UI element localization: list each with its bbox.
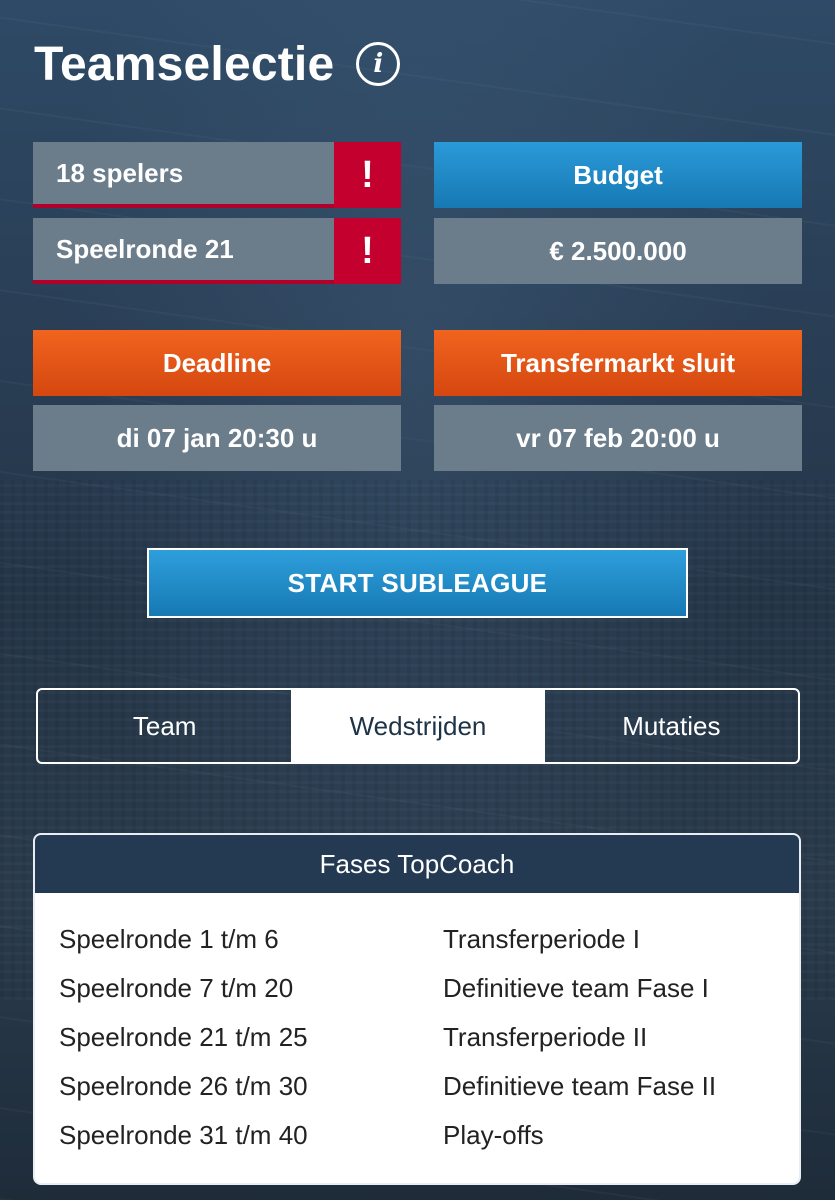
alert-icon: ! <box>334 218 401 284</box>
deadline-header: Deadline <box>33 330 401 396</box>
players-count-label: 18 spelers <box>56 157 184 188</box>
phases-list: Speelronde 1 t/m 6 Transferperiode I Spe… <box>35 893 799 1160</box>
tab-mutaties[interactable]: Mutaties <box>545 690 798 762</box>
start-subleague-button[interactable]: START SUBLEAGUE <box>147 548 688 618</box>
alert-icon: ! <box>334 142 401 208</box>
phase-round: Speelronde 7 t/m 20 <box>59 973 294 1003</box>
phase-round: Speelronde 31 t/m 40 <box>59 1120 308 1150</box>
round-box: Speelronde 21 ! <box>33 218 401 284</box>
phase-description: Transferperiode I <box>443 924 641 954</box>
list-item: Speelronde 1 t/m 6 Transferperiode I <box>35 915 799 964</box>
budget-value: € 2.500.000 <box>434 218 802 284</box>
phase-description: Play-offs <box>443 1120 544 1150</box>
tab-wedstrijden[interactable]: Wedstrijden <box>291 690 545 762</box>
phases-title: Fases TopCoach <box>35 835 799 893</box>
deadline-value: di 07 jan 20:30 u <box>33 405 401 471</box>
phase-description: Definitieve team Fase I <box>443 973 709 1003</box>
round-label: Speelronde 21 <box>56 233 234 264</box>
phase-description: Definitieve team Fase II <box>443 1071 717 1101</box>
tab-bar: Team Wedstrijden Mutaties <box>36 688 800 764</box>
tab-team[interactable]: Team <box>38 690 291 762</box>
info-icon[interactable]: i <box>356 42 401 86</box>
transfer-market-header: Transfermarkt sluit <box>434 330 802 396</box>
phases-panel: Fases TopCoach Speelronde 1 t/m 6 Transf… <box>33 833 801 1185</box>
page-title: Teamselectie <box>34 37 335 91</box>
list-item: Speelronde 21 t/m 25 Transferperiode II <box>35 1013 799 1062</box>
phase-round: Speelronde 21 t/m 25 <box>59 1022 308 1052</box>
phase-round: Speelronde 26 t/m 30 <box>59 1071 308 1101</box>
list-item: Speelronde 7 t/m 20 Definitieve team Fas… <box>35 964 799 1013</box>
budget-header: Budget <box>434 142 802 208</box>
phase-description: Transferperiode II <box>443 1022 648 1052</box>
page-header: Teamselectie i <box>34 34 401 94</box>
list-item: Speelronde 26 t/m 30 Definitieve team Fa… <box>35 1062 799 1111</box>
list-item: Speelronde 31 t/m 40 Play-offs <box>35 1111 799 1160</box>
players-count-box: 18 spelers ! <box>33 142 401 208</box>
transfer-market-value: vr 07 feb 20:00 u <box>434 405 802 471</box>
phase-round: Speelronde 1 t/m 6 <box>59 924 279 954</box>
